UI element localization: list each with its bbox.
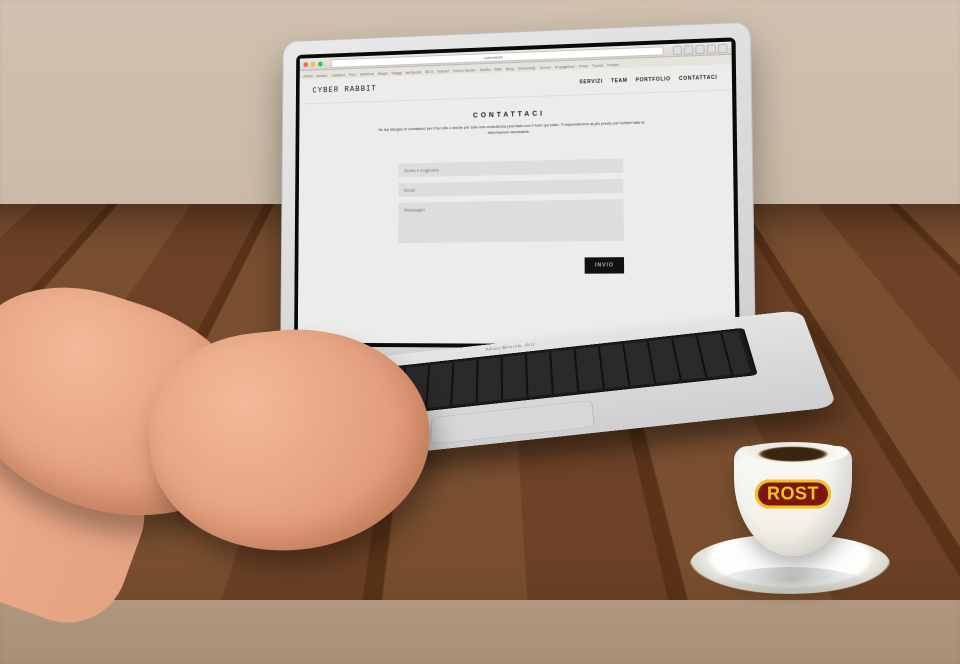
email-placeholder: Email [404,187,415,192]
nav-team[interactable]: TEAM [611,77,628,84]
bookmark-item[interactable]: MCS [425,68,433,73]
bookmark-item[interactable]: Attis [494,66,502,71]
bookmark-item[interactable]: Asfalto [316,72,327,77]
webpage: CYBER RABBIT SERVIZI TEAM PORTFOLIO CONT… [298,64,736,345]
name-placeholder: Nome e Cognome [404,167,439,173]
bookmark-item[interactable]: Turon! [592,62,603,67]
submit-row: INVIO [398,257,624,275]
browser-toolbar-icons [673,43,728,54]
bookmark-item[interactable]: Artisti [303,73,312,78]
toolbar-icon[interactable] [718,43,727,53]
name-field[interactable]: Nome e Cognome [398,159,623,178]
toolbar-icon[interactable] [673,45,682,54]
toolbar-icon[interactable] [684,45,693,54]
photo-scene: ROST cyberrabbit [0,0,960,664]
toolbar-icon[interactable] [707,44,716,53]
bookmark-item[interactable]: Tonus! [539,64,551,69]
bookmark-item[interactable]: Magic [378,70,388,75]
email-field[interactable]: Email [398,179,623,197]
close-icon[interactable] [303,62,308,67]
address-text: cyberrabbit [484,54,503,60]
bookmark-item[interactable]: Casillero [331,72,345,77]
submit-button[interactable]: INVIO [585,257,624,274]
bookmark-item[interactable]: Blog [506,65,514,70]
screen-display: cyberrabbit Artisti Asfalto Casillero Fico M… [298,42,736,345]
message-placeholder: Messaggio [404,207,425,212]
window-controls[interactable] [303,61,322,67]
bookmark-item[interactable]: Torrent Butler [453,67,476,73]
nav-contattaci[interactable]: CONTATTACI [679,74,718,81]
screen-bezel: cyberrabbit Artisti Asfalto Casillero Fico M… [294,37,740,349]
laptop-lid: cyberrabbit Artisti Asfalto Casillero Fico M… [280,21,756,364]
nav-portfolio[interactable]: PORTFOLIO [636,76,671,83]
maximize-icon[interactable] [318,61,323,66]
bookmark-item[interactable]: Mythene [360,71,374,76]
bookmark-item[interactable]: Poster [607,62,619,67]
bookmark-item[interactable]: weSpeak [406,69,422,74]
minimize-icon[interactable] [311,61,316,66]
bookmark-item[interactable]: Streaming [518,65,536,71]
message-field[interactable]: Messaggio [398,199,624,243]
page-intro: Se hai bisogno di contattarci per il tuo… [375,119,648,138]
bookmark-item[interactable]: Asknet [437,68,449,73]
site-nav: SERVIZI TEAM PORTFOLIO CONTATTACI [579,74,717,85]
bookmark-item[interactable]: Viaggi [392,70,402,75]
site-logo[interactable]: CYBER RABBIT [312,85,376,96]
toolbar-icon[interactable] [695,44,704,53]
bookmark-item[interactable]: Poke [579,63,588,68]
bookmark-item[interactable]: Engagebox [555,63,575,69]
contact-form: Nome e Cognome Email Messaggio INVIO [398,159,624,275]
bookmark-item[interactable]: Fico [349,71,356,76]
bookmark-item[interactable]: Subito [480,66,491,71]
nav-servizi[interactable]: SERVIZI [579,78,603,85]
